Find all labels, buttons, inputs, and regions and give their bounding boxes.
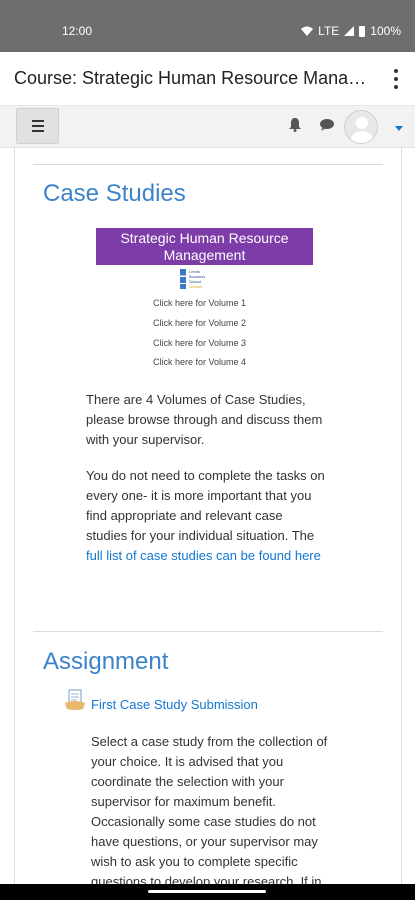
first-case-study-link[interactable]: First Case Study Submission xyxy=(91,697,258,712)
case-studies-intro: There are 4 Volumes of Case Studies, ple… xyxy=(86,392,323,447)
avatar[interactable] xyxy=(344,110,378,144)
battery-icon xyxy=(359,25,366,37)
system-nav-bar xyxy=(0,884,415,900)
section-divider xyxy=(33,164,383,165)
status-time: 12:00 xyxy=(62,24,93,38)
assignment-description: Select a case study from the collection … xyxy=(91,734,328,884)
app-bar: Course: Strategic Human Resource Managem… xyxy=(0,52,415,106)
messages-icon[interactable] xyxy=(320,119,334,131)
full-list-link[interactable]: full list of case studies can be found h… xyxy=(86,548,321,563)
signal-icon xyxy=(344,26,355,36)
school-logo: Leeds Business School London xyxy=(180,269,230,291)
bell-icon[interactable] xyxy=(289,118,301,132)
menu-button[interactable] xyxy=(16,108,59,144)
case-studies-note: You do not need to complete the tasks on… xyxy=(86,468,325,563)
volume-3-link[interactable]: Click here for Volume 3 xyxy=(153,338,246,348)
nav-bar xyxy=(0,106,415,148)
network-label: LTE xyxy=(318,24,340,38)
volume-2-link[interactable]: Click here for Volume 2 xyxy=(153,318,246,328)
volume-4-link[interactable]: Click here for Volume 4 xyxy=(153,357,246,367)
section-divider xyxy=(33,631,383,632)
status-bar: 12:00 LTE 100% xyxy=(0,0,415,52)
home-gesture-bar[interactable] xyxy=(148,890,266,893)
status-icons: LTE 100% xyxy=(301,24,401,38)
course-content[interactable]: Case Studies Strategic Human Resource Ma… xyxy=(0,148,415,884)
case-studies-heading: Case Studies xyxy=(43,180,186,207)
assignment-heading: Assignment xyxy=(43,648,169,675)
banner-title: Strategic Human Resource Management xyxy=(96,228,313,265)
volume-1-link[interactable]: Click here for Volume 1 xyxy=(153,298,246,308)
wifi-icon xyxy=(301,26,314,36)
page-title: Course: Strategic Human Resource Managem… xyxy=(14,68,374,88)
content-border-left xyxy=(14,148,15,884)
assignment-icon xyxy=(65,689,85,710)
more-options-icon[interactable] xyxy=(391,67,401,91)
content-border-right xyxy=(401,148,402,884)
chevron-down-icon[interactable] xyxy=(395,126,403,131)
battery-level: 100% xyxy=(370,24,401,38)
